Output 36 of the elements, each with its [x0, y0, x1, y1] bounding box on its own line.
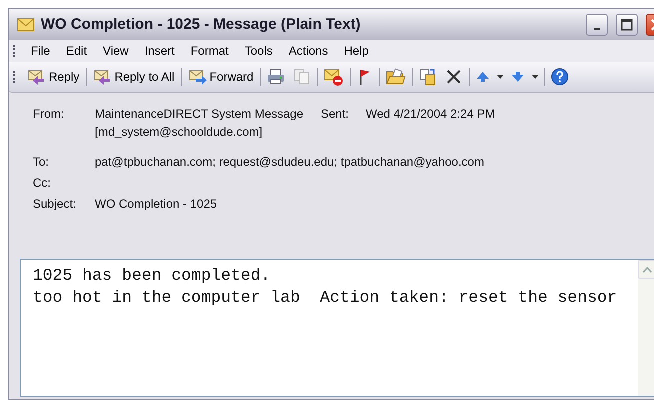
message-text: too hot in the computer lab Action taken: reset the sensor [33, 287, 618, 309]
caret-up-icon [642, 266, 652, 272]
from-label: From: [33, 106, 66, 123]
grip-handle[interactable] [13, 45, 17, 57]
field-label: To: [33, 154, 50, 171]
menu-item[interactable]: Format [182, 44, 237, 58]
menu-item[interactable]: Edit [58, 44, 96, 58]
sent-date: Wed 4/21/2004 2:24 PM [366, 106, 496, 123]
envelope-icon [17, 18, 35, 32]
reply-all-button[interactable]: Reply to All [88, 68, 179, 86]
menu-item[interactable]: View [95, 44, 137, 58]
sender-text: [md_system@schooldude.com] [95, 124, 264, 141]
reply-button[interactable]: Reply [23, 68, 84, 86]
field-value: pat@tpbuchanan.com; request@sdudeu.edu; tpatbuchanan@yahoo.com [95, 154, 484, 171]
menu-item[interactable]: Tools [236, 44, 281, 58]
menu-item[interactable]: Actions [280, 44, 336, 58]
scroll-bar[interactable] [638, 260, 654, 396]
menu-item[interactable]: Help [336, 44, 377, 58]
field-label: Cc: [33, 175, 52, 192]
forward-icon [188, 68, 208, 86]
reply-icon [92, 68, 113, 86]
menu-item[interactable]: Insert [136, 44, 183, 58]
sent-label: Sent: [321, 106, 350, 123]
maximize-button[interactable] [616, 14, 638, 36]
minimize-button[interactable] [586, 14, 608, 36]
grip-handle[interactable] [13, 71, 17, 83]
window-title: WO Completion - 1025 - Message (Plain Text) [41, 16, 361, 33]
menu-item[interactable]: File [23, 44, 58, 58]
sender-text: MaintenanceDIRECT System Message [95, 106, 305, 123]
maximize-icon [621, 18, 633, 30]
forward-button[interactable]: Forward [184, 68, 258, 86]
minimize-icon [594, 28, 600, 30]
field-label: Subject: [33, 196, 78, 213]
field-value: WO Completion - 1025 [95, 196, 218, 213]
reply-icon [27, 68, 47, 86]
message-text: 1025 has been completed. [33, 265, 271, 287]
